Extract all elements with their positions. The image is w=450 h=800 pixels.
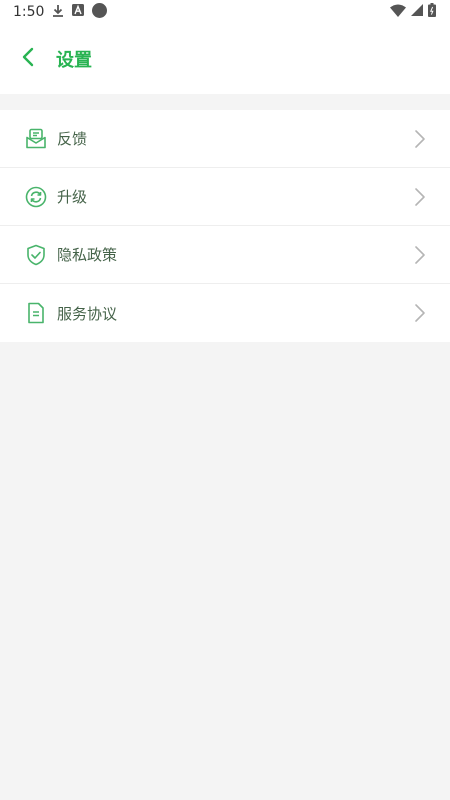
back-button[interactable] (0, 24, 56, 94)
status-bar: 1:50 (0, 0, 450, 24)
chevron-right-icon (414, 245, 426, 265)
settings-menu: 反馈 升级 隐私政策 服务协议 (0, 110, 450, 342)
menu-item-label: 服务协议 (57, 304, 118, 323)
wifi-icon (390, 4, 406, 21)
chevron-left-icon (22, 47, 34, 71)
status-right (390, 3, 436, 21)
cell-signal-icon (411, 4, 423, 20)
chevron-right-icon (414, 303, 426, 323)
chevron-right-icon (414, 187, 426, 207)
app-header: 设置 (0, 24, 450, 94)
refresh-upgrade-icon (25, 186, 47, 208)
battery-icon (428, 3, 436, 21)
feedback-mail-icon (25, 128, 47, 150)
menu-item-service-agreement[interactable]: 服务协议 (0, 284, 450, 342)
document-icon (25, 302, 47, 324)
circle-icon (92, 2, 108, 22)
download-icon (52, 4, 64, 21)
shield-check-icon (25, 244, 47, 266)
status-left: 1:50 (13, 2, 108, 22)
status-time: 1:50 (13, 4, 45, 20)
chevron-right-icon (414, 129, 426, 149)
page-title: 设置 (56, 50, 92, 71)
menu-item-privacy-policy[interactable]: 隐私政策 (0, 226, 450, 284)
menu-item-feedback[interactable]: 反馈 (0, 110, 450, 168)
menu-item-upgrade[interactable]: 升级 (0, 168, 450, 226)
menu-item-label: 隐私政策 (57, 246, 118, 264)
a-app-icon (72, 4, 85, 20)
menu-item-label: 反馈 (57, 130, 88, 148)
menu-item-label: 升级 (57, 188, 88, 206)
